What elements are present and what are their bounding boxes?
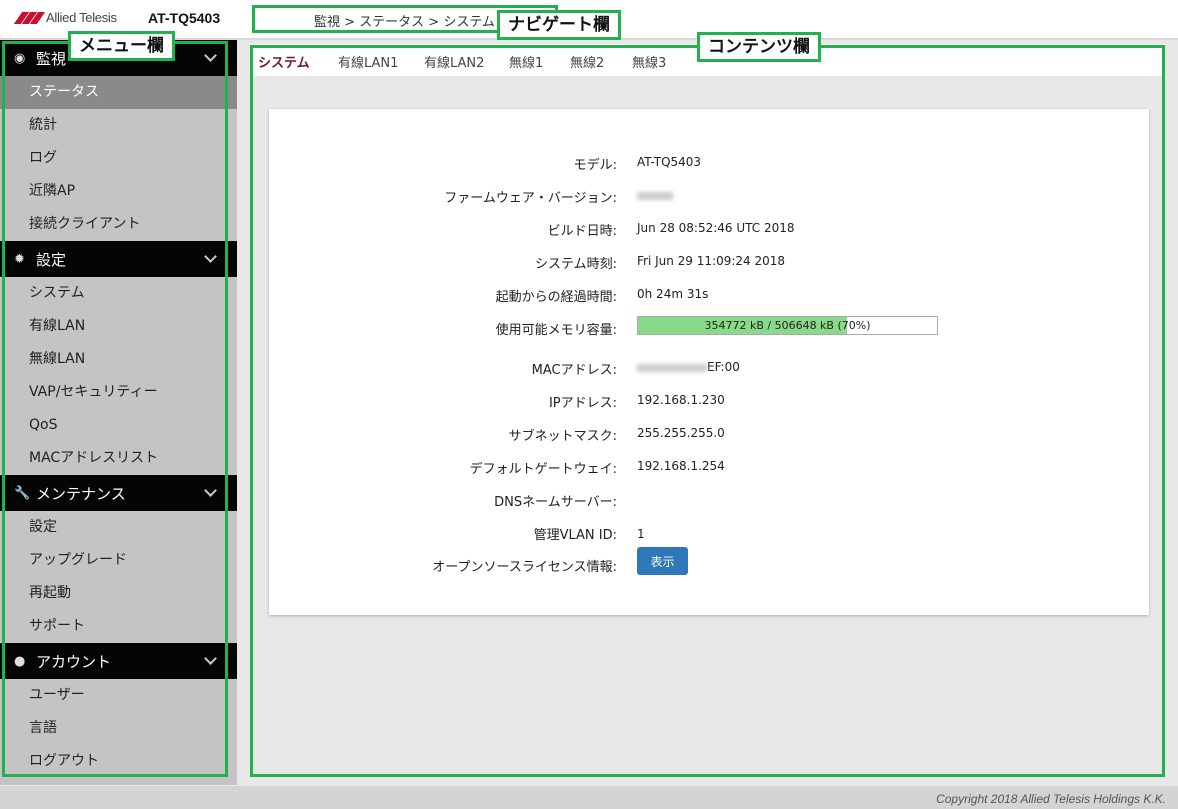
menu-area-outline — [2, 41, 228, 777]
brand-logo: Allied Telesis — [13, 10, 117, 25]
device-model: AT-TQ5403 — [148, 10, 221, 26]
nav-area-label: ナビゲート欄 — [497, 10, 621, 40]
content-area-outline — [250, 45, 1165, 777]
copyright-text: Copyright 2018 Allied Telesis Holdings K… — [936, 792, 1166, 806]
brand-name: Allied Telesis — [46, 10, 117, 25]
logo-mark-icon — [13, 11, 46, 24]
footer: Copyright 2018 Allied Telesis Holdings K… — [0, 786, 1178, 809]
menu-area-label: メニュー欄 — [68, 31, 175, 61]
content-area-label: コンテンツ欄 — [697, 32, 821, 62]
